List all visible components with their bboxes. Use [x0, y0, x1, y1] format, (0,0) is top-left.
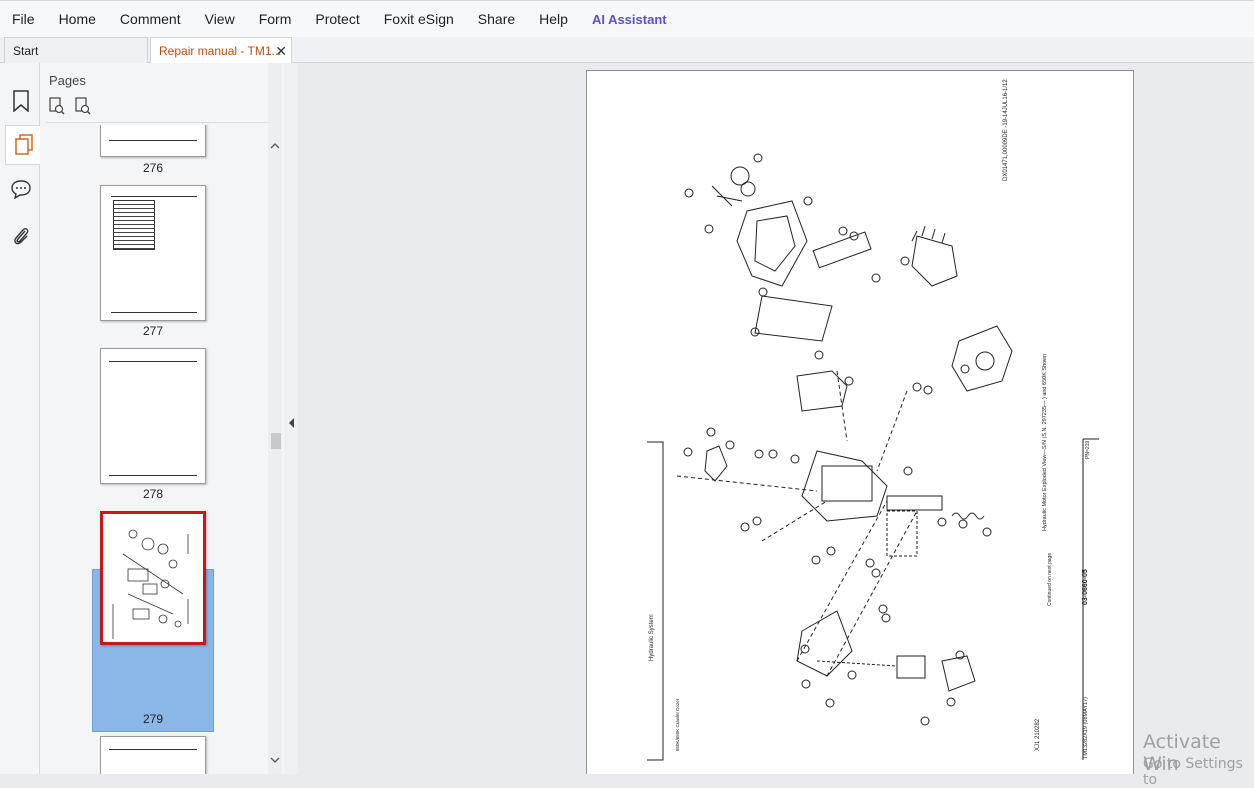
thumbnail-list: 276 277 278 279: [40, 125, 268, 774]
pages-button[interactable]: [5, 125, 41, 165]
menu-ai-assistant[interactable]: AI Assistant: [592, 12, 667, 27]
menu-foxit-esign[interactable]: Foxit eSign: [384, 11, 454, 27]
pages-icon: [14, 134, 33, 155]
page-code: 03-0660-05: [1082, 569, 1089, 605]
menu-share[interactable]: Share: [478, 11, 515, 27]
footer-right-code: TM13282X19 (08MAY17): [1083, 697, 1089, 759]
tab-start[interactable]: Start: [4, 37, 148, 63]
panel-toolbar: [48, 97, 92, 115]
comments-button[interactable]: [5, 169, 37, 209]
paperclip-icon: [14, 228, 29, 245]
page-thumbnail-selected[interactable]: [100, 511, 206, 645]
page-thumbnail[interactable]: [100, 348, 206, 484]
menu-form[interactable]: Form: [259, 11, 292, 27]
comment-icon: [11, 180, 31, 199]
page-code-pn: PN=219: [1085, 440, 1091, 459]
collapse-left-icon[interactable]: [285, 416, 299, 430]
pages-panel: Pages 276 277 278 279: [40, 63, 284, 774]
tab-repair-manual-label: Repair manual - TM1...: [159, 43, 282, 58]
page-thumbnail[interactable]: [100, 185, 206, 321]
tab-repair-manual[interactable]: Repair manual - TM1... ✕: [150, 37, 292, 63]
panel-title: Pages: [49, 73, 86, 88]
thumbnail-diagram: [112, 529, 189, 639]
tab-start-label: Start: [13, 43, 39, 58]
left-rail: [0, 63, 41, 774]
menu-view[interactable]: View: [205, 11, 235, 27]
figure-caption: Hydraulic Motor Exploded View—S/N (S.N. …: [1042, 353, 1048, 531]
close-icon[interactable]: ✕: [275, 43, 287, 60]
tab-bar: Start Repair manual - TM1... ✕: [0, 37, 1254, 63]
menu-file[interactable]: File: [12, 11, 35, 27]
scroll-down-icon[interactable]: [268, 753, 282, 767]
menu-bar: File Home Comment View Form Protect Foxi…: [0, 0, 1254, 37]
menu-comment[interactable]: Comment: [120, 11, 181, 27]
continued-note: Continued on next page: [1047, 552, 1053, 606]
panel-divider: [46, 122, 276, 123]
top-right-code: DX01471,00009DE -19-14JUL16-1/12: [1003, 79, 1009, 181]
bookmark-button[interactable]: [5, 81, 37, 121]
footer-left-code: XJ1 210282: [1035, 718, 1041, 751]
page-number-label: 277: [142, 324, 164, 338]
pdf-page: DX01471,00009DE -19-14JUL16-1/12 Hydraul…: [586, 70, 1134, 774]
document-viewport[interactable]: DX01471,00009DE -19-14JUL16-1/12 Hydraul…: [298, 63, 1254, 774]
attachments-button[interactable]: [5, 216, 37, 256]
section-title: Hydraulic System: [649, 614, 655, 661]
page-zoom-out-icon[interactable]: [48, 97, 66, 115]
menu-home[interactable]: Home: [59, 11, 96, 27]
menu-help[interactable]: Help: [539, 11, 568, 27]
scroll-thumb[interactable]: [271, 433, 281, 449]
page-thumbnail[interactable]: [100, 736, 206, 774]
exploded-view-diagram: [647, 153, 1099, 761]
bookmark-icon: [13, 90, 29, 112]
page-number-label: 278: [142, 487, 164, 501]
page-number-label: 276: [142, 161, 164, 175]
page-zoom-in-icon[interactable]: [74, 97, 92, 115]
page-thumbnail[interactable]: [100, 125, 206, 157]
activation-watermark-subtitle: Go to Settings to: [1143, 756, 1243, 788]
menu-protect[interactable]: Protect: [315, 11, 359, 27]
scroll-up-icon[interactable]: [268, 139, 282, 153]
page-number-label: 279: [142, 712, 164, 726]
panel-collapse-handle[interactable]: [284, 63, 298, 774]
footer-center-text: 850K/650K Crawler Dozer: [675, 698, 680, 751]
panel-scrollbar[interactable]: [268, 63, 282, 774]
